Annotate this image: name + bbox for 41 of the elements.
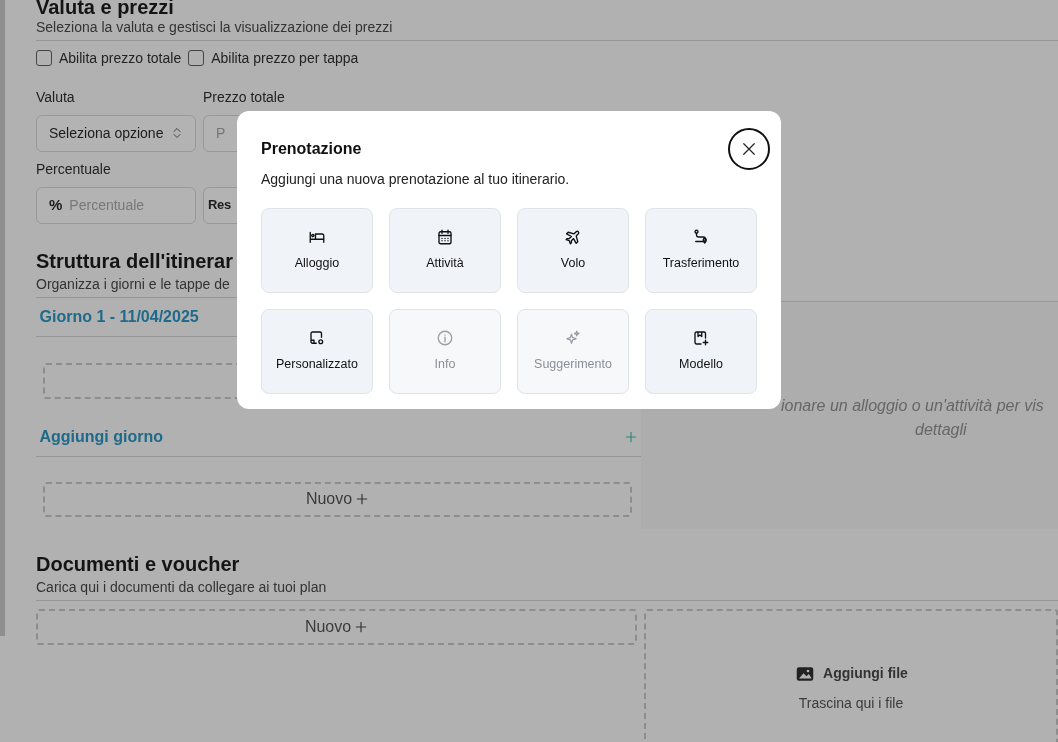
section-title: Valuta e prezzi: [36, 0, 174, 18]
plus-icon: [355, 492, 370, 506]
checkbox[interactable]: [36, 50, 52, 66]
input-field[interactable]: % Percentuale: [36, 186, 196, 224]
upload-hint: Trascina qui i file: [798, 694, 904, 713]
field-label: Prezzo totale: [203, 87, 286, 107]
calendar-icon: [436, 228, 454, 247]
booking-type-tile[interactable]: Volo: [517, 208, 629, 293]
route-icon: [692, 228, 710, 247]
section-title: Struttura dell'itinerar: [36, 250, 233, 272]
new-button[interactable]: Nuovo: [43, 481, 632, 517]
section-subtitle: Carica qui i documenti da collegare ai tuoi plan: [36, 578, 327, 597]
booking-type-tile[interactable]: Trasferimento: [645, 208, 757, 293]
select-field[interactable]: Seleziona opzione: [36, 114, 196, 152]
booking-type-tile[interactable]: Alloggio: [261, 208, 373, 293]
checkbox[interactable]: [188, 50, 205, 66]
close-icon: [740, 140, 758, 158]
info-icon: [436, 329, 454, 348]
booking-type-tile[interactable]: Attività: [389, 208, 501, 293]
plane-icon: [564, 228, 582, 247]
bookmark-plus-icon: [692, 329, 710, 348]
upload-title: Aggiungi file: [823, 664, 908, 683]
close-button[interactable]: [728, 128, 770, 170]
section-title: Documenti e voucher: [36, 553, 240, 575]
modal-title: Prenotazione: [261, 139, 363, 159]
field-label: Percentuale: [36, 159, 112, 179]
details-hint: dettagli: [914, 419, 968, 440]
plus-icon: [623, 429, 638, 444]
booking-type-tile[interactable]: Modello: [645, 309, 757, 394]
new-button[interactable]: Nuovo: [36, 608, 637, 645]
field-label: Valuta: [36, 87, 76, 107]
booking-type-tile[interactable]: Personalizzato: [261, 309, 373, 394]
checkbox-label: Abilita prezzo totale: [59, 48, 182, 68]
checkbox-label: Abilita prezzo per tappa: [211, 48, 359, 68]
upload-drop-zone[interactable]: Aggiungi file Trascina qui i file: [644, 608, 1058, 742]
section-subtitle: Seleziona la valuta e gestisci la visualizzazione dei prezzi: [36, 18, 393, 36]
plus-icon: [354, 619, 369, 634]
modal-subtitle: Aggiungi una nuova prenotazione al tuo itinerario.: [261, 170, 571, 189]
chevron-updown-icon: [171, 125, 183, 141]
details-hint: ionare un alloggio o un'attività per vis: [780, 395, 1045, 416]
section-subtitle: Organizza i giorni e le tappe de: [36, 275, 230, 294]
